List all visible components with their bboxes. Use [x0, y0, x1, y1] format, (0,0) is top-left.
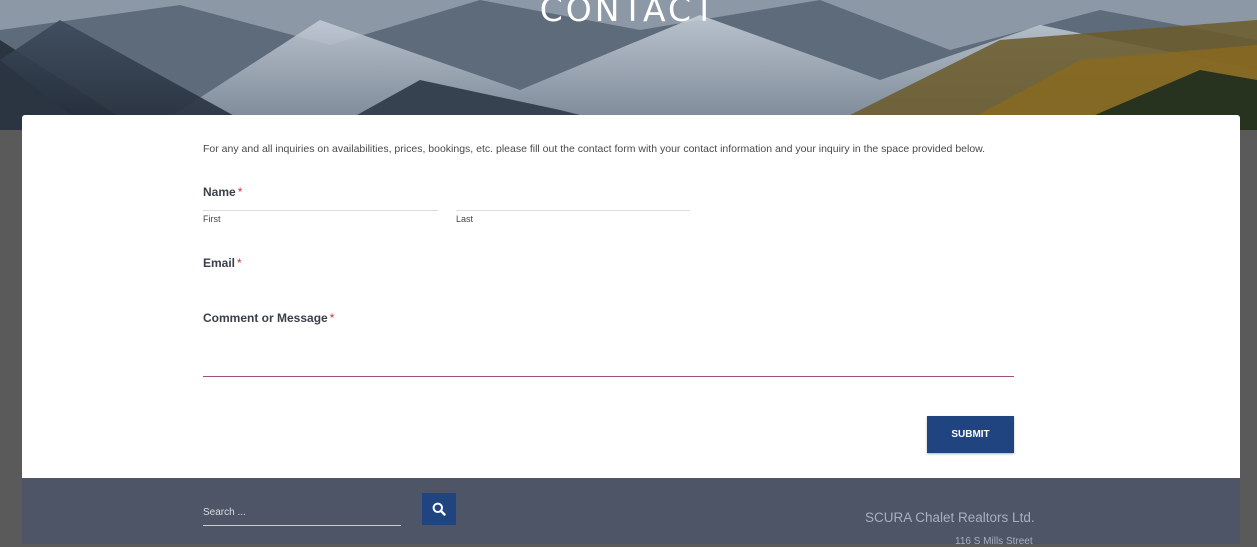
submit-button[interactable]: SUBMIT — [927, 416, 1014, 453]
hero-banner: CONTACT — [0, 0, 1257, 130]
company-address: 116 S Mills Street — [955, 536, 1033, 547]
search-placeholder: Search ... — [203, 507, 246, 518]
search-input[interactable]: Search ... — [203, 507, 401, 526]
company-name: SCURA Chalet Realtors Ltd. — [865, 510, 1035, 525]
email-label: Email * — [203, 256, 242, 270]
footer: Search ... SCURA Chalet Realtors Ltd. 11… — [22, 478, 1240, 547]
search-icon — [432, 502, 446, 516]
page-background-left — [0, 130, 22, 544]
last-name-sublabel: Last — [456, 214, 474, 224]
contact-form-card: For any and all inquiries on availabilit… — [22, 115, 1240, 478]
last-name-input[interactable] — [456, 210, 690, 211]
page-background-right — [1240, 130, 1257, 544]
first-name-input[interactable] — [203, 210, 438, 211]
email-field[interactable] — [203, 275, 1014, 297]
required-marker: * — [237, 256, 242, 270]
message-textarea[interactable] — [203, 331, 1014, 376]
message-field-underline — [203, 376, 1014, 377]
search-button[interactable] — [422, 493, 456, 525]
form-intro-text: For any and all inquiries on availabilit… — [203, 143, 986, 155]
required-marker: * — [237, 185, 243, 199]
name-label: Name * — [203, 185, 243, 199]
message-label: Comment or Message * — [203, 311, 335, 325]
page-title: CONTACT — [539, 0, 718, 29]
first-name-sublabel: First — [203, 214, 221, 224]
required-marker: * — [329, 311, 335, 325]
